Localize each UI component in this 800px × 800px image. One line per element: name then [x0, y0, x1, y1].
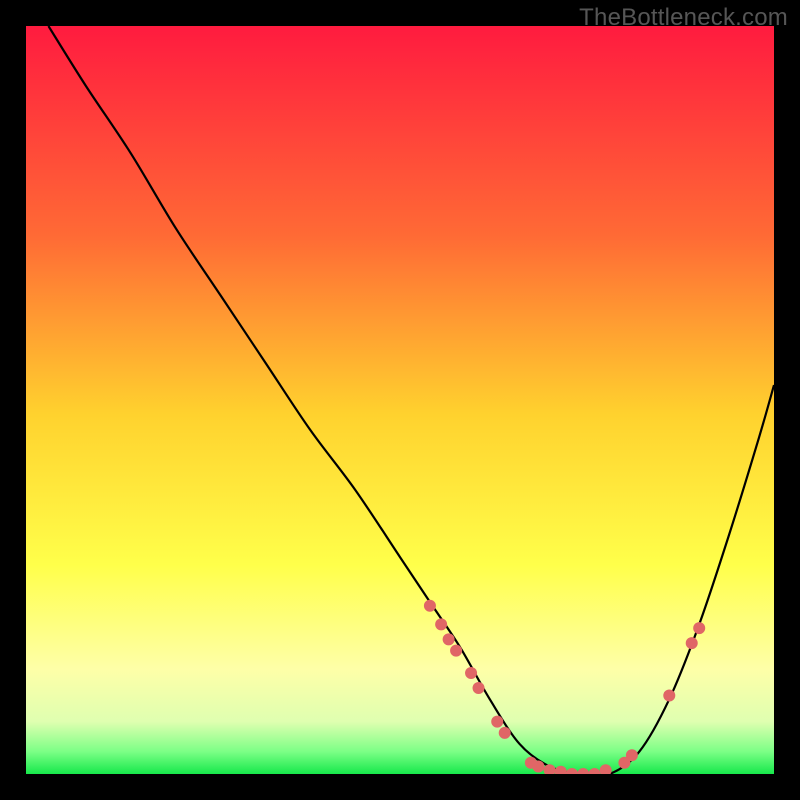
chart-svg [26, 26, 774, 774]
plot-area [26, 26, 774, 774]
data-marker [450, 645, 462, 657]
data-marker [693, 622, 705, 634]
data-marker [532, 761, 544, 773]
data-marker [663, 689, 675, 701]
gradient-background [26, 26, 774, 774]
data-marker [499, 727, 511, 739]
data-marker [465, 667, 477, 679]
data-marker [626, 749, 638, 761]
data-marker [491, 716, 503, 728]
data-marker [473, 682, 485, 694]
data-marker [686, 637, 698, 649]
data-marker [424, 600, 436, 612]
chart-container: TheBottleneck.com [0, 0, 800, 800]
watermark-text: TheBottleneck.com [579, 4, 788, 32]
data-marker [443, 633, 455, 645]
data-marker [435, 618, 447, 630]
